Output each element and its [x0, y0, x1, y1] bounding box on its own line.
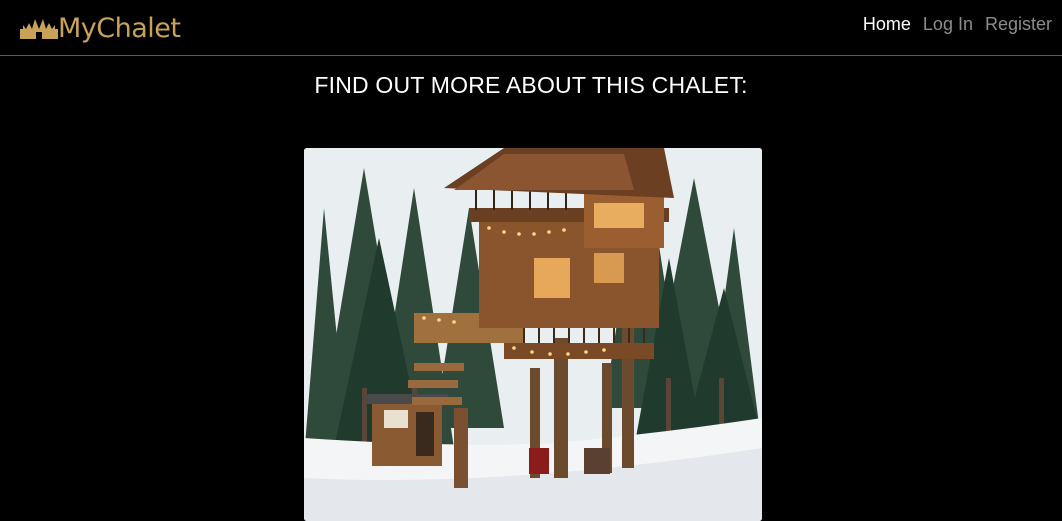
- brand-name: MyChalet: [58, 12, 181, 44]
- brand-logo-link[interactable]: MyChalet: [18, 10, 181, 46]
- nav-links: Home Log In Register: [863, 14, 1052, 35]
- treehouse-chalet-photo: [304, 148, 762, 521]
- chalet-photo: [304, 148, 762, 521]
- navbar: MyChalet Home Log In Register: [0, 0, 1062, 56]
- page-heading: FIND OUT MORE ABOUT THIS CHALET:: [314, 72, 748, 98]
- nav-link-register[interactable]: Register: [985, 14, 1052, 35]
- nav-link-login[interactable]: Log In: [923, 14, 973, 35]
- nav-link-home[interactable]: Home: [863, 14, 911, 35]
- castle-crown-icon: [20, 19, 58, 39]
